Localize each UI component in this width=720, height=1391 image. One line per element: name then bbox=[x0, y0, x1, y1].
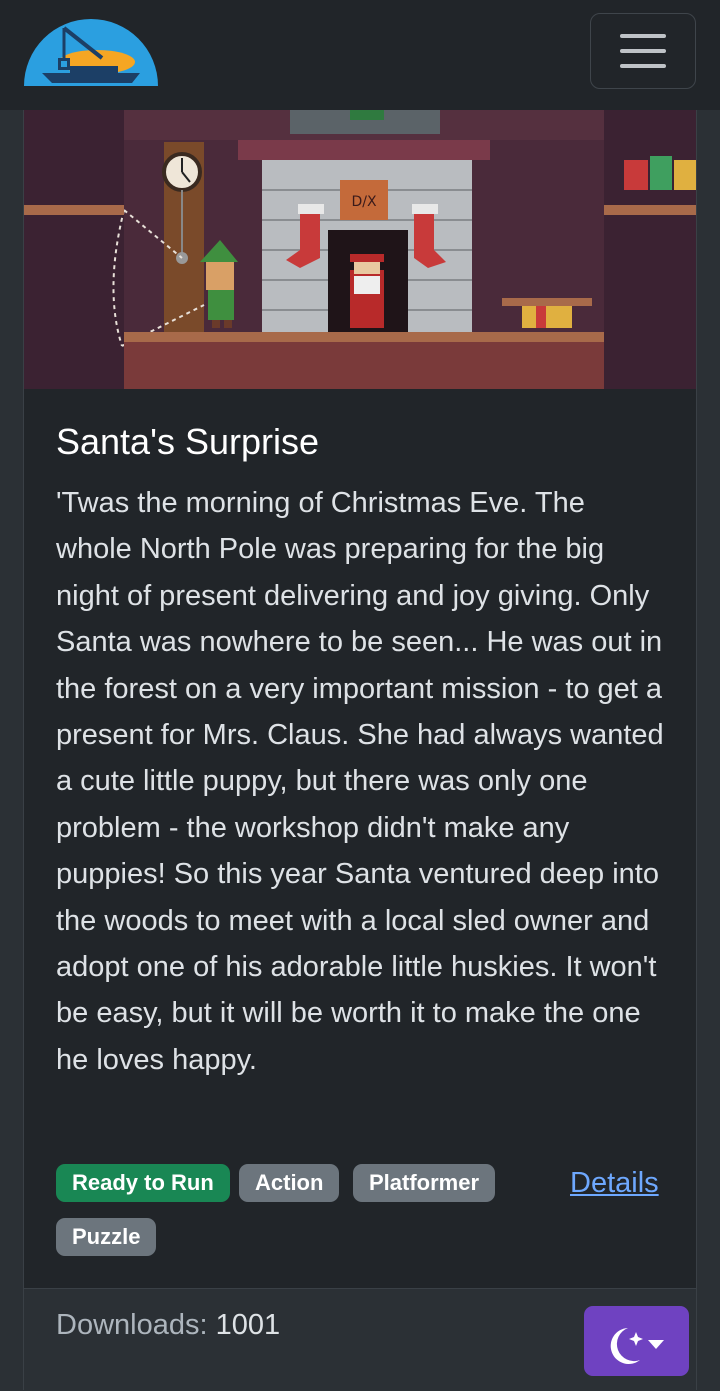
caret-down-icon bbox=[648, 1340, 664, 1349]
tag-action: Action bbox=[239, 1164, 340, 1202]
crane-boat-logo[interactable] bbox=[22, 16, 160, 86]
svg-text:D/X: D/X bbox=[351, 194, 376, 210]
downloads-value: 1001 bbox=[215, 1309, 281, 1341]
theme-toggle-button[interactable] bbox=[584, 1306, 689, 1376]
tag-platformer: Platformer bbox=[353, 1164, 496, 1202]
hamburger-menu-icon bbox=[620, 34, 666, 38]
downloads-count: Downloads: 1001 bbox=[56, 1309, 280, 1342]
game-description: 'Twas the morning of Christmas Eve. The … bbox=[56, 487, 664, 1076]
game-card: D/X Santa's Surprise 'Twas the morning o… bbox=[23, 110, 697, 1391]
details-link[interactable]: Details bbox=[570, 1167, 659, 1200]
navbar-toggle-button[interactable] bbox=[590, 13, 696, 89]
game-title: Santa's Surprise bbox=[56, 421, 320, 462]
tag-ready-to-run: Ready to Run bbox=[56, 1164, 230, 1202]
game-screenshot[interactable]: D/X bbox=[24, 110, 696, 389]
top-navbar bbox=[0, 0, 720, 110]
downloads-label: Downloads: bbox=[56, 1309, 208, 1341]
tag-puzzle: Puzzle bbox=[56, 1218, 157, 1256]
